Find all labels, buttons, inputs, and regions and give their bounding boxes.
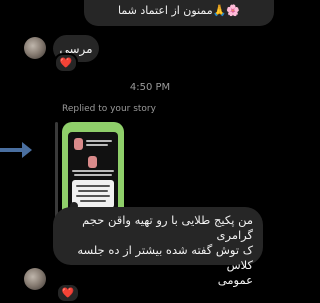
message-timestamp: 4:50 PM <box>129 82 171 93</box>
story-card <box>72 180 114 208</box>
reply-quote-bar <box>55 122 58 226</box>
text-line <box>78 190 108 192</box>
message-line: ک توش گفته شده بیشتر از ده جلسه کلاس <box>77 243 253 272</box>
text-line <box>76 195 110 197</box>
text-line <box>86 144 108 146</box>
sent-message-emoji: 🌸🙏 <box>212 4 241 17</box>
text-line <box>72 170 114 172</box>
story-screenshot-image <box>68 132 118 212</box>
sticker-icon <box>88 156 97 168</box>
text-line <box>80 200 106 202</box>
text-line <box>74 174 112 176</box>
avatar[interactable] <box>24 37 46 59</box>
sent-message-bubble[interactable]: 🌸🙏 ممنون از اعتماد شما <box>84 0 274 26</box>
received-message-bubble[interactable]: من پکیج طلایی با رو تهیه واقن حجم گرامری… <box>53 207 263 287</box>
sticker-icon <box>74 138 83 150</box>
text-line <box>76 185 110 187</box>
arrow-left-icon <box>0 142 32 158</box>
replied-to-story-label: Replied to your story <box>62 104 156 114</box>
avatar[interactable] <box>24 268 46 290</box>
sent-message-text: ممنون از اعتماد شما <box>117 4 213 17</box>
text-line <box>86 140 112 142</box>
heart-reaction-icon[interactable]: ❤️ <box>56 283 80 303</box>
message-line: عمومی <box>217 273 253 287</box>
heart-reaction-icon[interactable]: ❤️ <box>54 53 78 73</box>
message-line: من پکیج طلایی با رو تهیه واقن حجم گرامری <box>82 213 253 242</box>
